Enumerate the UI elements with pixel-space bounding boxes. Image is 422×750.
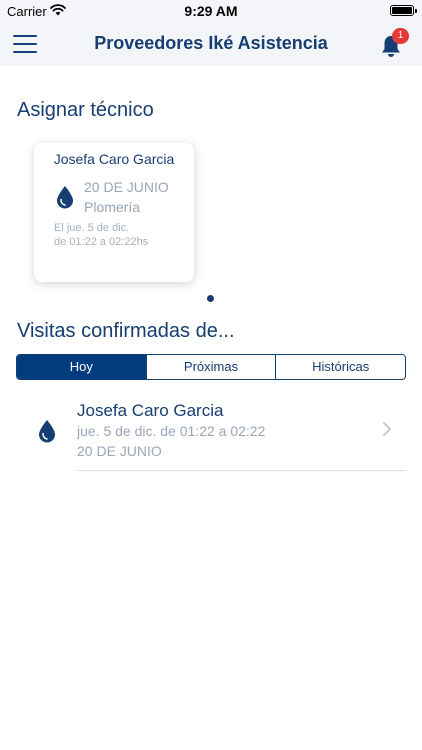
visits-segmented-control: Hoy Próximas Históricas [16, 354, 406, 380]
carousel-page-indicator [207, 295, 214, 302]
assign-technician-title: Asignar técnico [17, 99, 154, 121]
assign-technician-card[interactable]: Josefa Caro Garcia 20 DE JUNIO Plomería … [34, 143, 194, 282]
battery-icon [390, 5, 417, 16]
card-schedule-line-2: de 01:22 a 02:22hs [54, 236, 149, 248]
visit-client-name: Josefa Caro Garcia [77, 401, 224, 420]
tab-historicas[interactable]: Históricas [275, 355, 405, 379]
visit-schedule: jue. 5 de dic. de 01:22 a 02:22 [77, 423, 266, 439]
row-divider [77, 470, 406, 471]
card-service-type: Plomería [84, 199, 141, 215]
notification-badge: 1 [392, 28, 409, 44]
status-bar: Carrier 9:29 AM [0, 0, 422, 22]
list-item[interactable]: Josefa Caro Garcia jue. 5 de dic. de 01:… [0, 392, 422, 472]
tab-proximas[interactable]: Próximas [145, 355, 276, 379]
status-time: 9:29 AM [184, 3, 238, 19]
visit-date: 20 DE JUNIO [77, 443, 162, 459]
card-client-name: Josefa Caro Garcia [53, 151, 175, 167]
chevron-right-icon [383, 422, 391, 436]
notifications-button[interactable]: 1 [380, 28, 409, 60]
water-drop-icon [39, 420, 55, 443]
page-title: Proveedores Iké Asistencia [94, 33, 328, 53]
confirmed-visits-title: Visitas confirmadas de... [17, 320, 235, 342]
card-schedule-line-1: El jue. 5 de dic. [54, 222, 130, 234]
water-drop-icon [57, 186, 73, 209]
card-schedule: El jue. 5 de dic. de 01:22 a 02:22hs [54, 221, 148, 249]
card-date: 20 DE JUNIO [84, 179, 169, 195]
navigation-bar: Proveedores Iké Asistencia 1 [0, 22, 422, 66]
tab-hoy[interactable]: Hoy [17, 355, 146, 379]
